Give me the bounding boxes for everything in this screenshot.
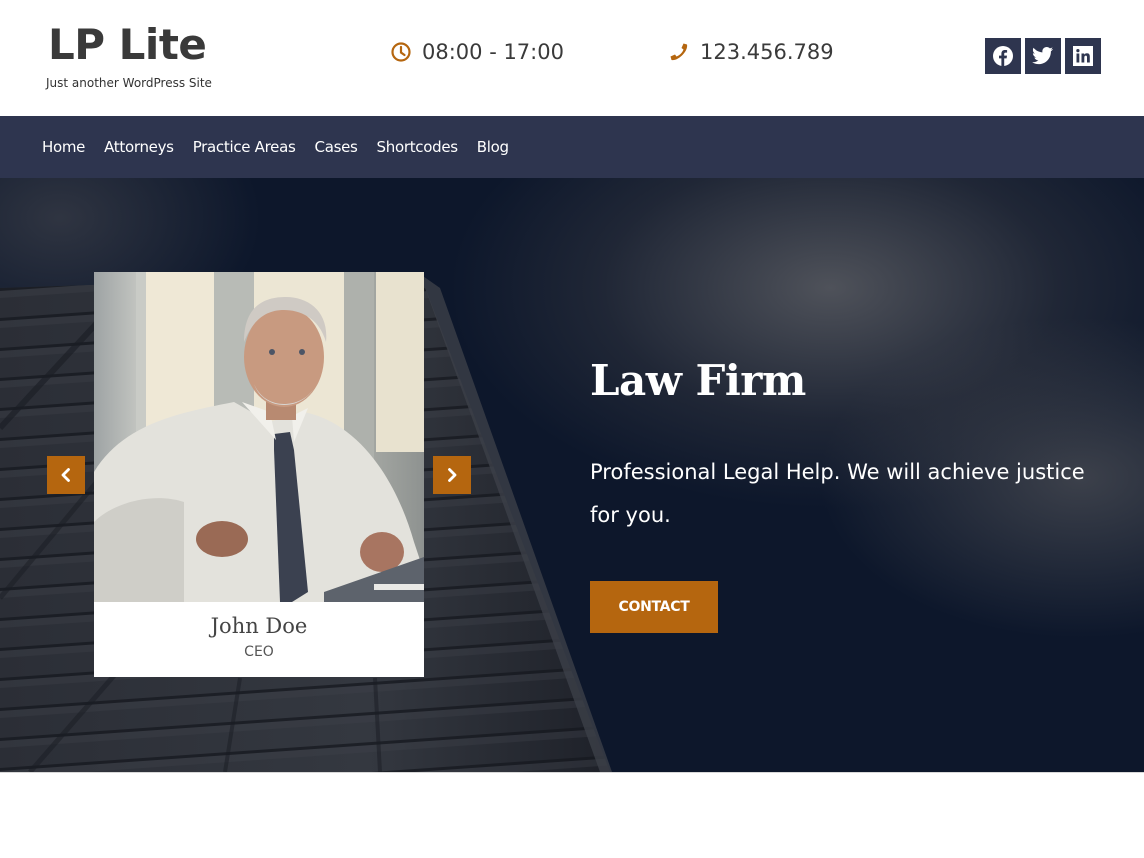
nav-item-shortcodes[interactable]: Shortcodes bbox=[377, 138, 459, 156]
phone-text[interactable]: 123.456.789 bbox=[700, 40, 834, 64]
site-tagline: Just another WordPress Site bbox=[46, 76, 212, 90]
hero-title: Law Firm bbox=[590, 356, 806, 405]
nav-item-home[interactable]: Home bbox=[42, 138, 85, 156]
twitter-link[interactable] bbox=[1025, 38, 1061, 74]
hero-content: Law Firm Professional Legal Help. We wil… bbox=[590, 356, 1110, 633]
brand: LP Lite Just another WordPress Site bbox=[46, 18, 212, 90]
hero-banner: John Doe CEO Law Firm Professional Legal… bbox=[0, 178, 1144, 772]
clock-icon bbox=[390, 41, 412, 63]
attorney-photo bbox=[94, 272, 424, 602]
attorney-name[interactable]: John Doe bbox=[94, 614, 424, 638]
attorney-role: CEO bbox=[244, 644, 274, 660]
site-title[interactable]: LP Lite bbox=[46, 18, 212, 72]
attorney-slide-card[interactable]: John Doe CEO bbox=[94, 272, 424, 677]
main-nav: Home Attorneys Practice Areas Cases Shor… bbox=[0, 116, 1144, 178]
facebook-icon bbox=[993, 46, 1013, 66]
linkedin-icon bbox=[1073, 46, 1093, 66]
twitter-icon bbox=[1032, 47, 1054, 65]
attorney-caption: John Doe CEO bbox=[94, 602, 424, 677]
hero-subtitle: Professional Legal Help. We will achieve… bbox=[590, 460, 1085, 527]
facebook-link[interactable] bbox=[985, 38, 1021, 74]
hours-text: 08:00 - 17:00 bbox=[422, 40, 564, 64]
phone-icon bbox=[668, 41, 690, 63]
social-links bbox=[985, 38, 1101, 74]
nav-item-practice-areas[interactable]: Practice Areas bbox=[193, 138, 296, 156]
slider-next-button[interactable] bbox=[433, 456, 471, 494]
site-header: LP Lite Just another WordPress Site 08:0… bbox=[0, 0, 1144, 116]
nav-item-attorneys[interactable]: Attorneys bbox=[104, 138, 174, 156]
slider-prev-button[interactable] bbox=[47, 456, 85, 494]
linkedin-link[interactable] bbox=[1065, 38, 1101, 74]
nav-item-blog[interactable]: Blog bbox=[477, 138, 509, 156]
contact-button[interactable]: CONTACT bbox=[590, 581, 718, 633]
chevron-left-icon bbox=[61, 468, 70, 482]
nav-item-cases[interactable]: Cases bbox=[315, 138, 358, 156]
chevron-right-icon bbox=[448, 468, 457, 482]
phone-number: 123.456.789 bbox=[668, 40, 834, 64]
business-hours: 08:00 - 17:00 bbox=[390, 40, 564, 64]
page-content-area bbox=[0, 772, 1144, 858]
